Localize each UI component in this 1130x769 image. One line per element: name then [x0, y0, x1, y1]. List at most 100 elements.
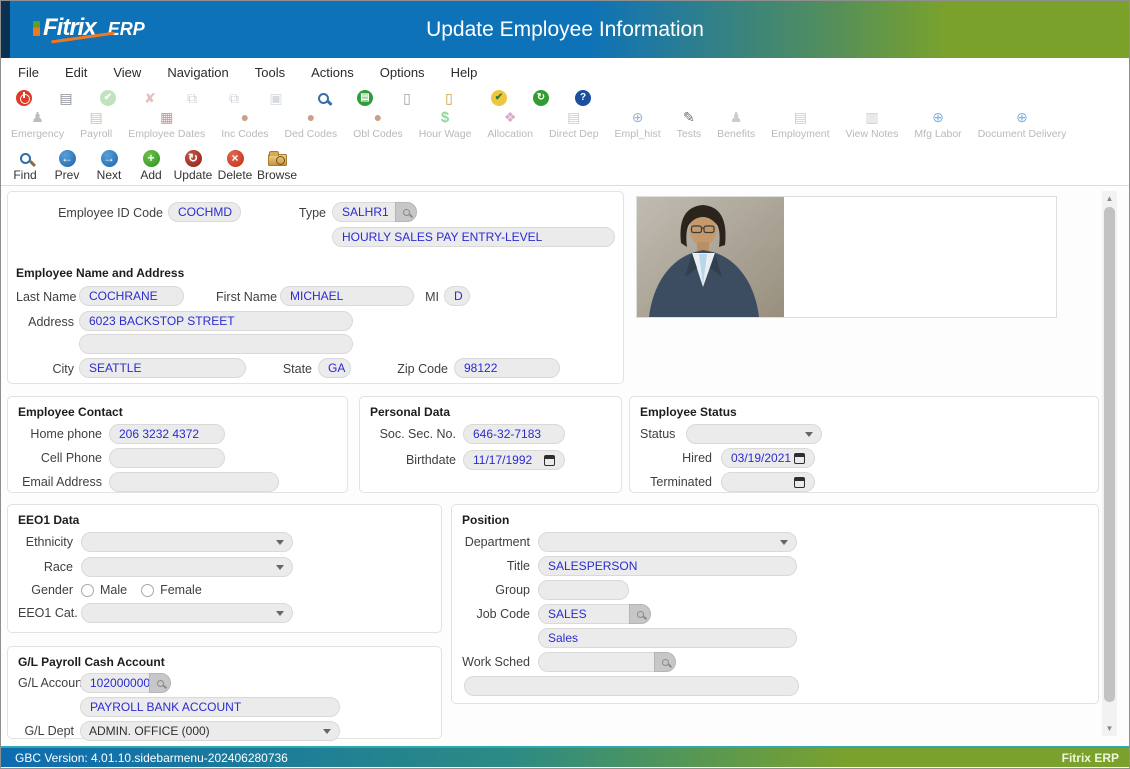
browse-button[interactable]: Browse	[256, 149, 298, 185]
gender-male-radio[interactable]	[81, 584, 94, 597]
magnifier-icon	[318, 93, 329, 104]
print-button[interactable]: ▤	[45, 86, 87, 110]
work-sched-lookup-group	[538, 652, 676, 672]
job-code-lookup-button[interactable]	[629, 604, 651, 624]
status-select[interactable]	[686, 424, 822, 444]
module-inc-codes[interactable]: ● Inc Codes	[213, 109, 276, 140]
add-button[interactable]: + Add	[130, 149, 172, 185]
help-button[interactable]: ?	[562, 86, 604, 110]
ok-button[interactable]: ✔	[87, 86, 129, 110]
find-button[interactable]: Find	[4, 149, 46, 185]
notes-button[interactable]: ▯	[386, 86, 428, 110]
panel-personal-data: Personal Data Soc. Sec. No. 646-32-7183 …	[359, 396, 622, 493]
birthdate-input[interactable]: 11/17/1992	[463, 450, 565, 470]
module-employment[interactable]: ▤ Employment	[763, 109, 837, 140]
scroll-up-arrow[interactable]: ▲	[1102, 191, 1117, 206]
employee-id-input[interactable]: COCHMD	[168, 202, 241, 222]
last-name-input[interactable]: COCHRANE	[79, 286, 184, 306]
home-phone-input[interactable]: 206 3232 4372	[109, 424, 225, 444]
tasks-button[interactable]: ✔	[478, 86, 520, 110]
lookup-magnifier-icon	[403, 209, 410, 216]
menu-navigation[interactable]: Navigation	[154, 65, 241, 80]
module-emergency[interactable]: ♟ Emergency	[3, 109, 72, 140]
module-allocation[interactable]: ❖ Allocation	[479, 109, 541, 140]
gl-dept-label: G/L Dept	[18, 724, 74, 738]
eeo1-cat-select[interactable]	[81, 603, 293, 623]
work-sched-lookup-button[interactable]	[654, 652, 676, 672]
module-mfg-labor[interactable]: ⊕ Mfg Labor	[906, 109, 969, 140]
module-benefits[interactable]: ♟ Benefits	[709, 109, 763, 140]
work-sched-input[interactable]	[538, 652, 654, 672]
module-direct-dep[interactable]: ▤ Direct Dep	[541, 109, 607, 140]
female-label: Female	[160, 583, 202, 597]
module-view-notes[interactable]: ▥ View Notes	[837, 109, 906, 140]
sync-button[interactable]: ↻	[520, 86, 562, 110]
update-button[interactable]: ↻ Update	[172, 149, 214, 185]
menu-help[interactable]: Help	[438, 65, 491, 80]
cell-phone-input[interactable]	[109, 448, 225, 468]
help-icon: ?	[575, 90, 591, 106]
calendar-icon[interactable]	[794, 453, 805, 464]
prev-button[interactable]: ← Prev	[46, 149, 88, 185]
menu-options[interactable]: Options	[367, 65, 438, 80]
address-label: Address	[16, 315, 74, 329]
title-input[interactable]: SALESPERSON	[538, 556, 797, 576]
module-payroll[interactable]: ▤ Payroll	[72, 109, 120, 140]
department-select[interactable]	[538, 532, 797, 552]
state-input[interactable]: GA	[318, 358, 351, 378]
calendar-icon[interactable]	[544, 455, 555, 466]
menu-file[interactable]: File	[5, 65, 52, 80]
email-input[interactable]	[109, 472, 279, 492]
vertical-scrollbar[interactable]: ▲ ▼	[1102, 191, 1117, 736]
module-tests[interactable]: ✎ Tests	[669, 109, 710, 140]
race-select[interactable]	[81, 557, 293, 577]
copy-button[interactable]: ⧉	[171, 86, 213, 110]
next-button[interactable]: → Next	[88, 149, 130, 185]
select-region-button[interactable]: ▣	[255, 86, 297, 110]
birthdate-label: Birthdate	[370, 453, 456, 467]
zip-input[interactable]: 98122	[454, 358, 560, 378]
gl-account-input[interactable]: 102000000	[80, 673, 149, 693]
gl-account-lookup-button[interactable]	[149, 673, 171, 693]
menu-edit[interactable]: Edit	[52, 65, 100, 80]
terminated-date-input[interactable]	[721, 472, 815, 492]
address1-input[interactable]: 6023 BACKSTOP STREET	[79, 311, 353, 331]
type-input[interactable]: SALHR1	[332, 202, 395, 222]
cancel-button[interactable]: ✘	[129, 86, 171, 110]
menu-view[interactable]: View	[100, 65, 154, 80]
work-sched-description	[464, 676, 799, 696]
module-empl-hist[interactable]: ⊕ Empl_hist	[607, 109, 669, 140]
type-lookup-button[interactable]	[395, 202, 417, 222]
module-obl-codes[interactable]: ● Obl Codes	[345, 109, 411, 140]
module-hour-wage[interactable]: $ Hour Wage	[411, 109, 480, 140]
module-document-delivery[interactable]: ⊕ Document Delivery	[970, 109, 1075, 140]
module-ded-codes[interactable]: ● Ded Codes	[277, 109, 346, 140]
audit-button[interactable]: ▯	[428, 86, 470, 110]
exit-button[interactable]	[3, 86, 45, 110]
cell-phone-label: Cell Phone	[18, 451, 102, 465]
job-code-input[interactable]: SALES	[538, 604, 629, 624]
menu-actions[interactable]: Actions	[298, 65, 367, 80]
address2-input[interactable]	[79, 334, 353, 354]
delete-button[interactable]: × Delete	[214, 149, 256, 185]
mi-input[interactable]: D	[444, 286, 470, 306]
terminated-label: Terminated	[640, 475, 712, 489]
ssn-input[interactable]: 646-32-7183	[463, 424, 565, 444]
menu-tools[interactable]: Tools	[242, 65, 298, 80]
city-input[interactable]: SEATTLE	[79, 358, 246, 378]
scroll-down-arrow[interactable]: ▼	[1102, 721, 1117, 736]
scrollbar-thumb[interactable]	[1104, 207, 1115, 702]
calendar-icon[interactable]	[794, 477, 805, 488]
first-name-input[interactable]: MICHAEL	[280, 286, 414, 306]
ethnicity-select[interactable]	[81, 532, 293, 552]
zoom-button[interactable]	[302, 86, 344, 110]
gender-female-radio[interactable]	[141, 584, 154, 597]
save-button[interactable]: ▤	[344, 86, 386, 110]
hired-date-input[interactable]: 03/19/2021	[721, 448, 815, 468]
hired-label: Hired	[640, 451, 712, 465]
group-input[interactable]	[538, 580, 629, 600]
chevron-down-icon	[805, 432, 813, 437]
module-employee-dates[interactable]: ▦ Employee Dates	[120, 109, 213, 140]
gl-dept-select[interactable]: ADMIN. OFFICE (000)	[80, 721, 340, 741]
paste-button[interactable]: ⧉	[213, 86, 255, 110]
